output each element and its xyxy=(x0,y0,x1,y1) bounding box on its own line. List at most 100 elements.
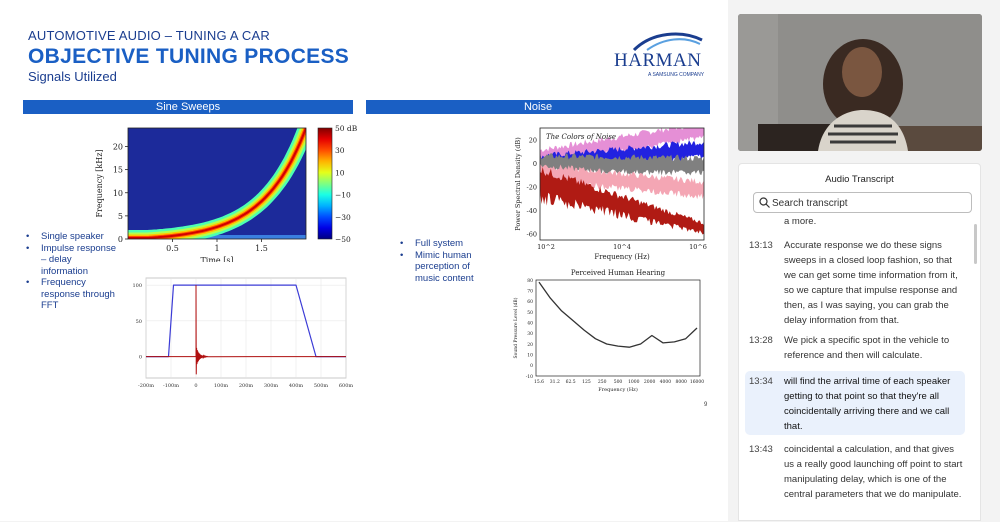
colors-of-noise-chart: 20 0 -20 -40 -6010^2 10^4 10^6 The Colors of No… xyxy=(514,127,707,261)
y-tick-label: 40 xyxy=(527,320,533,326)
logo-subtext: A SAMSUNG COMPANY xyxy=(648,72,705,78)
colorbar xyxy=(317,127,333,240)
y-tick-label: -20 xyxy=(527,183,537,191)
y-tick-label: 0 xyxy=(118,235,123,244)
y-tick-label: -10 xyxy=(526,374,533,380)
slide-title: OBJECTIVE TUNING PROCESS xyxy=(28,45,350,68)
speaker-video-frame xyxy=(738,14,982,151)
y-axis-label: Power Spectral Density (dB) xyxy=(514,137,522,231)
x-axis-label: Time [s] xyxy=(200,256,233,262)
entry-timestamp: 13:13 xyxy=(749,240,773,251)
colorbar-tick-label: 30 xyxy=(335,146,345,155)
x-tick-label: 0.5 xyxy=(166,244,179,253)
x-tick-label: 62.5 xyxy=(566,379,576,385)
y-tick-label: 20 xyxy=(529,136,537,144)
y-axis-label: Frequency [kHz] xyxy=(95,149,104,217)
colorbar-tick-label: −30 xyxy=(335,213,351,222)
perceived-hearing-chart: Perceived Human Hearing80706050403020100… xyxy=(512,269,704,393)
x-tick-label: 400m xyxy=(289,383,304,389)
y-tick-label: 20 xyxy=(113,143,123,152)
y-tick-label: 5 xyxy=(118,212,123,221)
x-tick-label: 1000 xyxy=(628,379,640,385)
x-tick-label: 16000 xyxy=(690,379,704,385)
colorbar-tick-label: 50 dB xyxy=(335,124,358,133)
x-tick-label: -200m xyxy=(138,383,154,389)
colorbar-tick-label: 10 xyxy=(335,168,345,177)
y-tick-label: 0 xyxy=(533,160,537,168)
x-tick-label: 2000 xyxy=(644,379,656,385)
x-tick-label: 500 xyxy=(614,379,623,385)
y-tick-label: 10 xyxy=(113,189,123,198)
y-tick-label: 0 xyxy=(530,363,533,369)
transcript-scrollbar[interactable] xyxy=(974,224,977,264)
x-axis-label: Frequency (Hz) xyxy=(594,253,650,261)
x-tick-label: 4000 xyxy=(660,379,672,385)
transcript-list[interactable]: a more. 13:13 Accurate response we do th… xyxy=(739,214,980,522)
x-tick-label: 300m xyxy=(264,383,279,389)
entry-timestamp: 13:34 xyxy=(749,376,773,387)
hearing-plot-area xyxy=(535,279,701,377)
transcript-entry[interactable]: a more. xyxy=(745,214,965,230)
noise-bullet: Mimic human perception of music content xyxy=(400,250,495,285)
x-axis-label: Frequency (Hz) xyxy=(598,386,638,393)
y-tick-label: 15 xyxy=(113,166,123,175)
transcript-entry[interactable]: 13:28 We pick a specific spot in the veh… xyxy=(745,333,965,365)
hearing-chart-title: Perceived Human Hearing xyxy=(571,269,666,277)
y-tick-label: 100 xyxy=(132,283,142,289)
y-tick-label: 50 xyxy=(136,319,142,325)
impulse-response-chart: -200m -100m 0 100m 200m 300m 400m 500m 600m 100 50… xyxy=(132,277,354,389)
entry-timestamp: 13:43 xyxy=(749,444,773,455)
page-number: 9 xyxy=(704,402,708,408)
search-icon xyxy=(759,197,770,208)
entry-text: We pick a specific spot in the vehicle t… xyxy=(784,335,950,361)
presentation-slide: AUTOMOTIVE AUDIO – TUNING A CAR OBJECTIV… xyxy=(0,0,728,521)
y-tick-label: -40 xyxy=(527,207,537,215)
transcript-panel: Audio Transcript a more. 13:13 Accurate … xyxy=(738,163,981,521)
entry-text: will find the arrival time of each speak… xyxy=(784,376,951,432)
slide-kicker: AUTOMOTIVE AUDIO – TUNING A CAR xyxy=(28,28,270,43)
entry-text: a more. xyxy=(784,216,817,227)
noise-bullet: Full system xyxy=(400,238,495,250)
sine-bullet: Frequency response through FFT xyxy=(26,277,116,312)
x-tick-label: 10^6 xyxy=(689,243,707,251)
x-tick-label: 10^4 xyxy=(613,243,631,251)
spectrogram-chart: 0.5 1 1.5 0 5 10 15 20 Time [s] Frequency [kHz] 50… xyxy=(95,124,358,262)
y-tick-label: -60 xyxy=(527,231,537,239)
transcript-search-input[interactable] xyxy=(772,195,967,211)
x-tick-label: 31.2 xyxy=(550,379,560,385)
logo-wordmark: HARMAN xyxy=(614,50,702,71)
colorbar-tick-label: −50 xyxy=(335,235,351,244)
transcript-search[interactable] xyxy=(753,192,972,213)
transcript-entry[interactable]: 13:13 Accurate response we do these sign… xyxy=(745,238,965,326)
transcript-entry[interactable]: 13:43 coincidental a calculation, and th… xyxy=(745,442,965,522)
y-tick-label: 70 xyxy=(527,288,533,294)
speaker-video[interactable] xyxy=(738,14,982,151)
harman-logo: HARMAN A SAMSUNG COMPANY xyxy=(612,30,707,80)
y-tick-label: 30 xyxy=(527,331,533,337)
transcript-header: Audio Transcript xyxy=(825,174,894,185)
x-tick-label: 250 xyxy=(598,379,607,385)
colorbar-tick-label: −10 xyxy=(335,191,351,200)
x-tick-label: 1.5 xyxy=(255,244,268,253)
transcript-entry-active[interactable]: 13:34 will find the arrival time of each… xyxy=(745,371,965,435)
y-tick-label: 10 xyxy=(527,352,533,358)
x-tick-label: 500m xyxy=(314,383,329,389)
noise-chart-title: The Colors of Noise xyxy=(546,133,616,141)
section-noise: Noise xyxy=(366,100,710,114)
x-tick-label: 200m xyxy=(239,383,254,389)
slide-subtitle: Signals Utilized xyxy=(28,69,117,84)
x-tick-label: 10^2 xyxy=(537,243,555,251)
x-tick-label: 8000 xyxy=(675,379,687,385)
noise-bullet-list: Full system Mimic human perception of mu… xyxy=(400,238,495,284)
entry-text: coincidental a calculation, and that giv… xyxy=(784,444,963,500)
y-tick-label: 0 xyxy=(139,355,142,361)
y-tick-label: 20 xyxy=(527,342,533,348)
y-tick-label: 60 xyxy=(527,299,533,305)
y-axis-label: Sound Pressure Level (dB) xyxy=(512,297,519,358)
x-tick-label: 600m xyxy=(339,383,354,389)
x-tick-label: 1 xyxy=(214,244,219,253)
entry-timestamp: 13:28 xyxy=(749,335,773,346)
entry-text: Accurate response we do these signs swee… xyxy=(784,240,958,326)
x-tick-label: 125 xyxy=(582,379,591,385)
x-tick-label: 0 xyxy=(194,383,197,389)
